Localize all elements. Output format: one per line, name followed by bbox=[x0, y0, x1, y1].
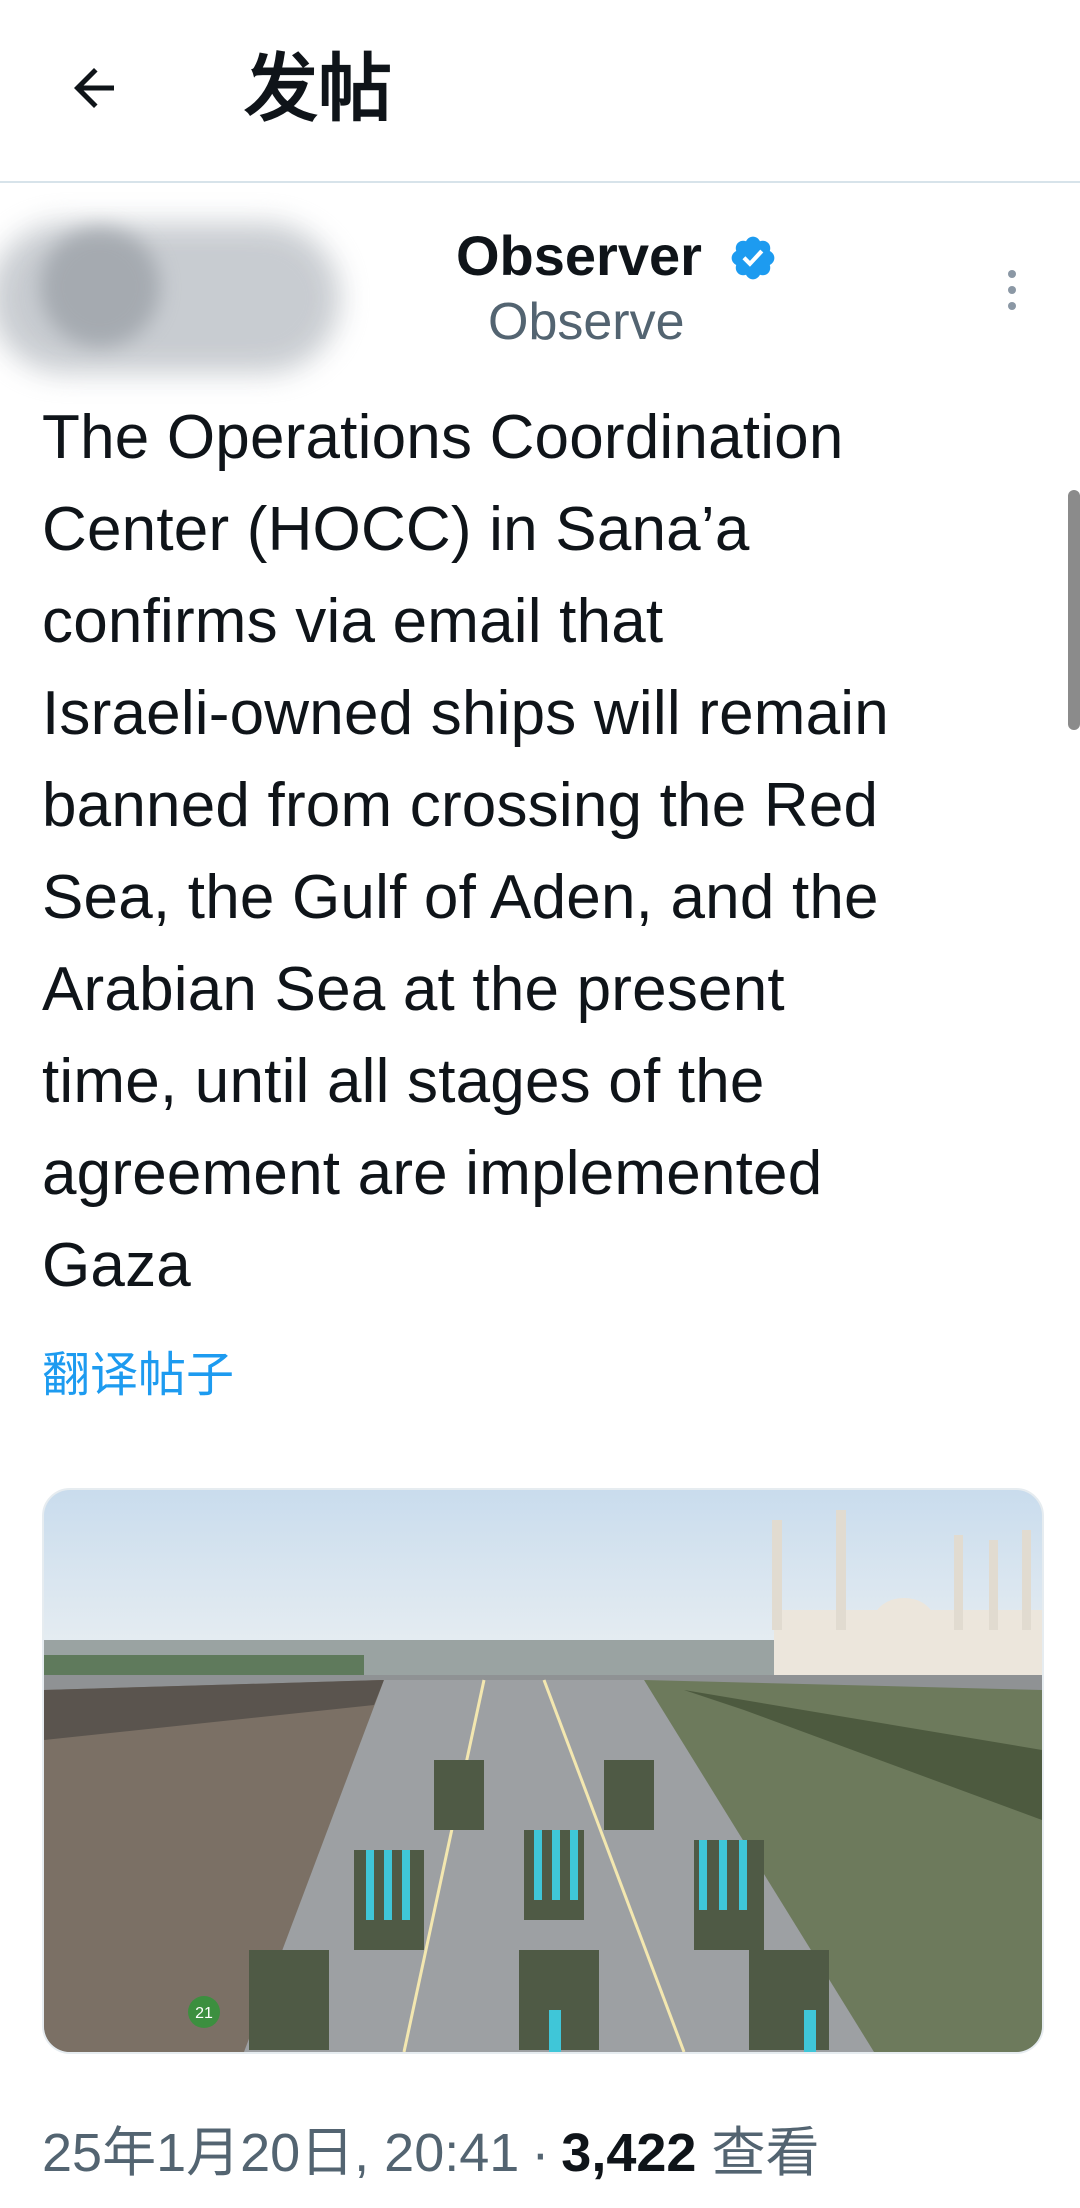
views-label: 查看 bbox=[711, 2121, 820, 2184]
back-button[interactable] bbox=[58, 52, 130, 124]
author-display-name[interactable]: Observer bbox=[456, 223, 702, 289]
post-meta: 25年1月20日, 20:41 · 3,422 查看 bbox=[42, 2118, 819, 2188]
more-vertical-icon bbox=[1008, 270, 1016, 278]
author-row: Observer Observe bbox=[0, 205, 1080, 375]
verified-badge-icon bbox=[731, 236, 775, 280]
arrow-left-icon bbox=[74, 68, 114, 108]
post-timestamp: 25年1月20日, 20:41 bbox=[42, 2123, 520, 2183]
post-text: The Operations Coordination Center (HOCC… bbox=[42, 403, 889, 1300]
post-image[interactable]: 21 bbox=[42, 1488, 1044, 2054]
author-handle[interactable]: Observe bbox=[488, 291, 685, 353]
page-title: 发帖 bbox=[244, 46, 392, 132]
top-bar: 发帖 bbox=[0, 0, 1080, 182]
more-options-button[interactable] bbox=[990, 250, 1034, 330]
parade-photo: 21 bbox=[44, 1490, 1042, 2052]
scrollbar[interactable] bbox=[1068, 490, 1080, 730]
watermark-badge: 21 bbox=[195, 2005, 213, 2022]
meta-separator: · bbox=[531, 2123, 550, 2183]
header-divider bbox=[0, 181, 1080, 183]
views-count[interactable]: 3,422 bbox=[561, 2123, 696, 2183]
avatar[interactable] bbox=[40, 227, 160, 347]
translate-post-link[interactable]: 翻译帖子 bbox=[42, 1335, 234, 1405]
